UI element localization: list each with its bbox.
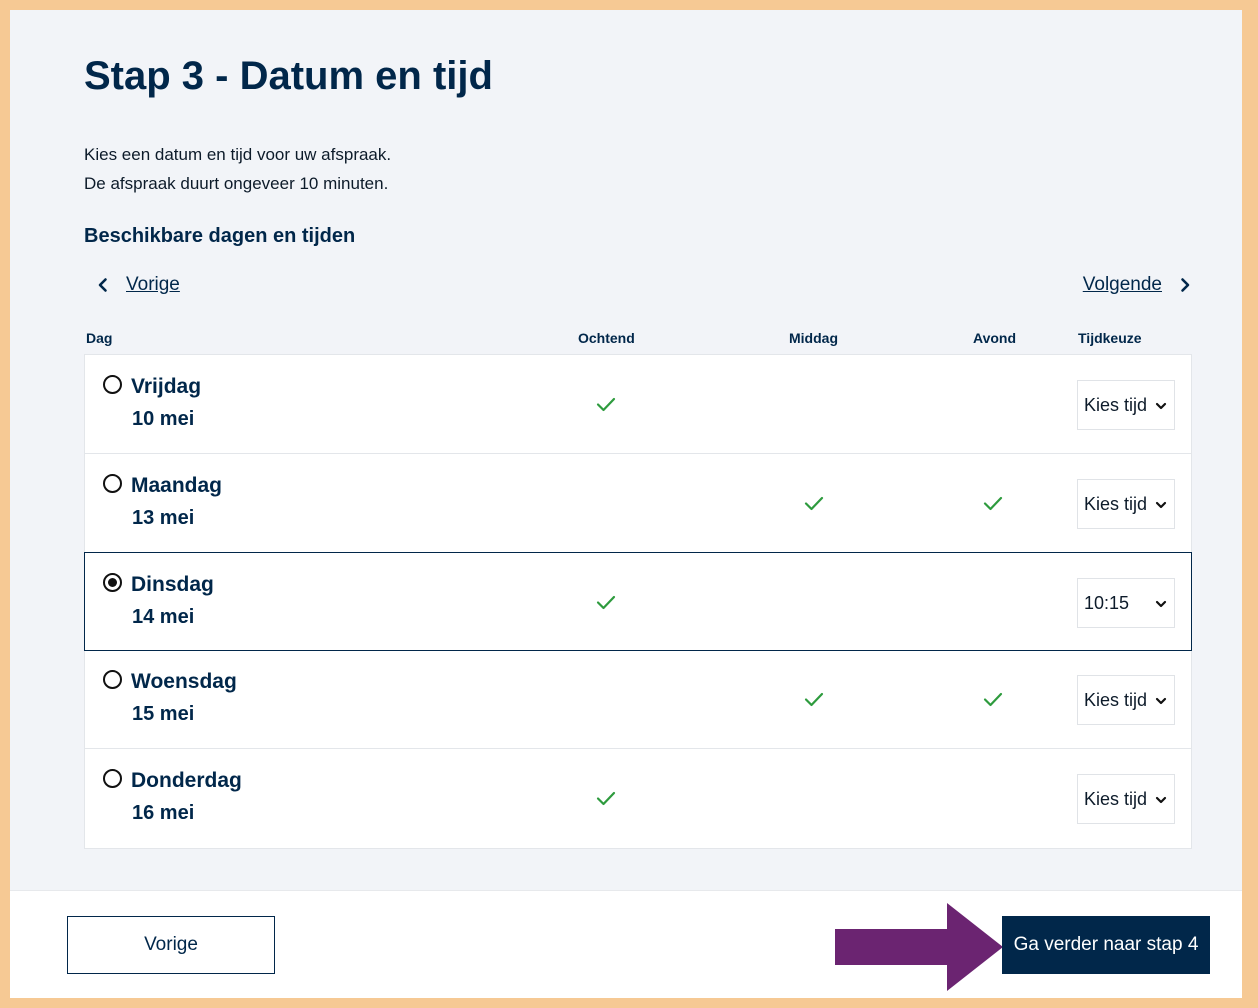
chevron-down-icon bbox=[1155, 796, 1167, 804]
time-select[interactable]: Kies tijd bbox=[1077, 380, 1175, 430]
chevron-down-icon bbox=[1155, 501, 1167, 509]
day-name: Vrijdag bbox=[131, 375, 202, 398]
day-radio[interactable] bbox=[103, 573, 122, 592]
check-icon bbox=[982, 492, 1004, 514]
next-step-button[interactable]: Ga verder naar stap 4 bbox=[1002, 916, 1210, 974]
intro-line-1: Kies een datum en tijd voor uw afspraak. bbox=[84, 145, 392, 164]
footer-bar: Vorige Ga verder naar stap 4 bbox=[10, 890, 1242, 998]
chevron-down-icon bbox=[1155, 402, 1167, 410]
time-select-value: Kies tijd bbox=[1084, 788, 1148, 809]
next-week-link[interactable]: Volgende bbox=[1083, 274, 1194, 296]
day-name: Donderdag bbox=[131, 769, 242, 792]
prev-week-label[interactable]: Vorige bbox=[126, 274, 180, 296]
day-name: Dinsdag bbox=[131, 573, 214, 596]
check-icon bbox=[595, 393, 617, 415]
prev-week-link[interactable]: Vorige bbox=[94, 274, 180, 296]
intro-line-2: De afspraak duurt ongeveer 10 minuten. bbox=[84, 174, 389, 193]
table-row[interactable]: Dinsdag 14 mei 10:15 bbox=[84, 552, 1192, 651]
intro-text: Kies een datum en tijd voor uw afspraak.… bbox=[84, 140, 391, 198]
day-date: 14 mei bbox=[132, 606, 195, 628]
section-title: Beschikbare dagen en tijden bbox=[84, 225, 356, 247]
day-name: Woensdag bbox=[131, 670, 237, 693]
day-radio[interactable] bbox=[103, 670, 122, 689]
day-date: 15 mei bbox=[132, 703, 195, 725]
col-morning: Ochtend bbox=[578, 330, 635, 346]
previous-step-button[interactable]: Vorige bbox=[67, 916, 275, 974]
day-date: 13 mei bbox=[132, 507, 195, 529]
time-select[interactable]: Kies tijd bbox=[1077, 675, 1175, 725]
col-day: Dag bbox=[86, 330, 113, 346]
time-select[interactable]: 10:15 bbox=[1077, 578, 1175, 628]
table-row[interactable]: Woensdag 15 mei Kies tijd bbox=[85, 650, 1191, 749]
check-icon bbox=[982, 688, 1004, 710]
day-date: 10 mei bbox=[132, 408, 195, 430]
table-row[interactable]: Vrijdag 10 mei Kies tijd bbox=[85, 355, 1191, 454]
time-select-value: Kies tijd bbox=[1084, 689, 1148, 710]
col-afternoon: Middag bbox=[789, 330, 838, 346]
day-date: 16 mei bbox=[132, 802, 195, 824]
day-radio[interactable] bbox=[103, 769, 122, 788]
availability-table: Vrijdag 10 mei Kies tijd Maandag 13 mei Kies … bbox=[84, 354, 1192, 849]
table-header: Dag Ochtend Middag Avond Tijdkeuze bbox=[84, 330, 1192, 354]
next-week-label[interactable]: Volgende bbox=[1083, 274, 1162, 296]
chevron-left-icon bbox=[98, 278, 107, 292]
day-radio[interactable] bbox=[103, 375, 122, 394]
table-row[interactable]: Maandag 13 mei Kies tijd bbox=[85, 454, 1191, 553]
arrow-right-icon bbox=[835, 903, 1003, 991]
page-title: Stap 3 - Datum en tijd bbox=[84, 54, 493, 98]
time-select-value: Kies tijd bbox=[1084, 493, 1148, 514]
chevron-down-icon bbox=[1155, 697, 1167, 705]
chevron-down-icon bbox=[1155, 600, 1167, 608]
page-frame: Stap 3 - Datum en tijd Kies een datum en… bbox=[10, 10, 1242, 998]
chevron-right-icon bbox=[1181, 278, 1190, 292]
time-select[interactable]: Kies tijd bbox=[1077, 479, 1175, 529]
table-row[interactable]: Donderdag 16 mei Kies tijd bbox=[85, 749, 1191, 848]
check-icon bbox=[803, 492, 825, 514]
col-time: Tijdkeuze bbox=[1078, 330, 1142, 346]
day-radio[interactable] bbox=[103, 474, 122, 493]
col-evening: Avond bbox=[973, 330, 1017, 346]
day-name: Maandag bbox=[131, 474, 223, 497]
check-icon bbox=[595, 787, 617, 809]
check-icon bbox=[803, 688, 825, 710]
time-select-value: 10:15 bbox=[1084, 592, 1130, 613]
time-select-value: Kies tijd bbox=[1084, 394, 1148, 415]
time-select[interactable]: Kies tijd bbox=[1077, 774, 1175, 824]
check-icon bbox=[595, 591, 617, 613]
